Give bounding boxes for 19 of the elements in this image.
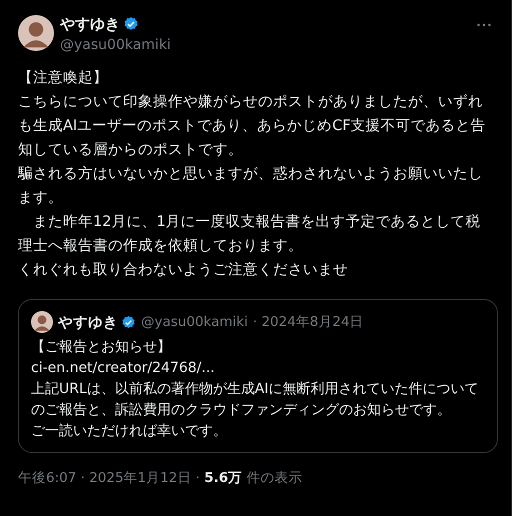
post-text: 騙される方はいないかと思いますが、惑わされないようお願いいたします。 (18, 164, 484, 208)
post-text: こちらについて印象操作や嫌がらせのポストがありましたが、いずれも生成AIユーザーのポストであり、あらかじめCF支援不可であると告知している層からのポストです。 (18, 93, 487, 160)
author-name[interactable]: やすゆき (58, 312, 118, 332)
post-meta: 午後6:07 · 2025年1月12日 · 5.6万 件の表示 (18, 469, 304, 487)
author-handle: @yasu00kamiki (141, 314, 248, 330)
more-icon[interactable] (477, 23, 491, 27)
post-text: くれぐれも取り合わないようご注意くださいませ (18, 261, 349, 280)
quoted-text: ご一読いただければ幸いです。 (31, 422, 228, 441)
post-text: 【注意喚起】 (18, 69, 109, 88)
post-text: また昨年12月に、1月に一度収支報告書を出す予定であるとして税理士へ報告書の作成を依頼しております。 (18, 212, 482, 256)
quoted-text: 上記URLは、以前私の著作物が生成AIに無断利用されていた件についてのご報告と、訴訟費用のクラウドファンディングのお知らせです。 (31, 380, 480, 420)
avatar[interactable] (18, 15, 54, 51)
author-handle[interactable]: @yasu00kamiki (60, 36, 477, 54)
quoted-text: ci-en.net/creator/24768/... (31, 359, 216, 378)
avatar[interactable] (31, 311, 53, 333)
post-date: · 2024年8月24日 (252, 313, 364, 331)
quoted-post[interactable]: やすゆき @yasu00kamiki · 2024年8月24日 【ご報告とお知らせ】 ci-en.net/creator/24768/... 上記URLは、以前私の著作物が生成AIに無断利用されていた件についてのご報告と、訴訟費用のクラウドファンディングのお知らせです。 ご一読いただければ幸いです。 (18, 299, 498, 453)
author-name[interactable]: やすゆき (60, 14, 120, 34)
quoted-text: 【ご報告とお知らせ】 (31, 338, 172, 357)
